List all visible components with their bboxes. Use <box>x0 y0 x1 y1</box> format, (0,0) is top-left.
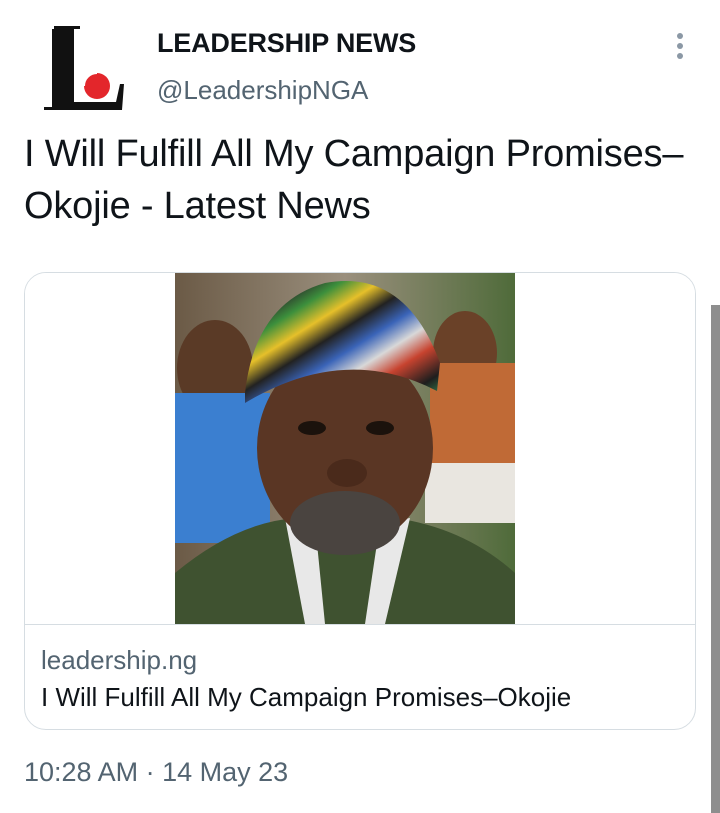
more-options-button[interactable] <box>668 30 692 62</box>
card-title: I Will Fulfill All My Campaign Promises–… <box>41 682 572 712</box>
link-card[interactable]: leadership.ng I Will Fulfill All My Camp… <box>24 272 696 730</box>
tweet-text: I Will Fulfill All My Campaign Promises–… <box>24 133 684 227</box>
news-photo[interactable] <box>175 273 515 624</box>
display-name[interactable]: LEADERSHIP NEWS <box>157 28 416 59</box>
card-domain: leadership.ng <box>41 645 198 675</box>
scrollbar[interactable] <box>711 305 720 813</box>
leadership-logo-icon <box>44 26 124 110</box>
card-media[interactable] <box>25 273 695 625</box>
tweet: LEADERSHIP NEWS @LeadershipNGA I Will Fu… <box>0 0 720 813</box>
avatar[interactable] <box>36 20 126 115</box>
more-vertical-icon <box>677 33 683 39</box>
handle[interactable]: @LeadershipNGA <box>157 75 368 106</box>
timestamp[interactable]: 10:28 AM · 14 May 23 <box>24 757 288 788</box>
